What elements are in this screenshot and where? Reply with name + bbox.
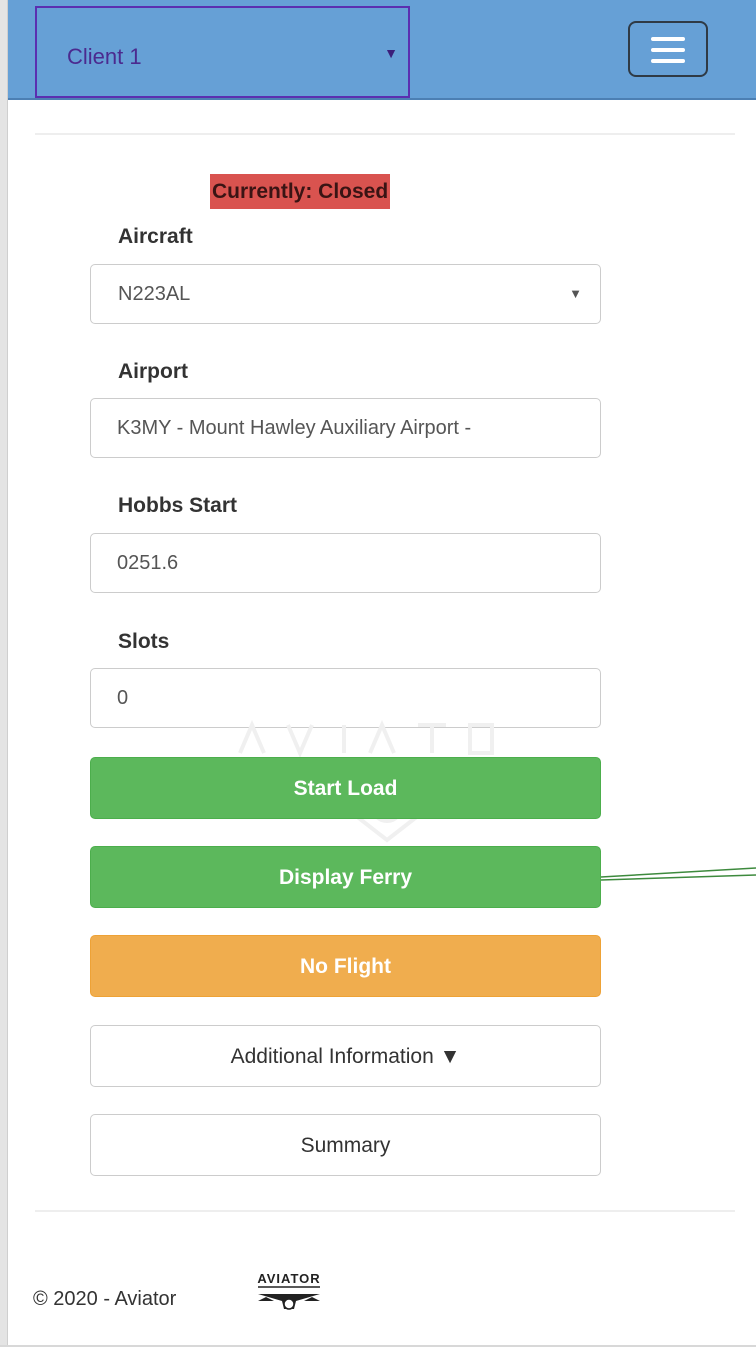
svg-text:AVIATOR: AVIATOR	[257, 1271, 320, 1286]
hamburger-icon	[651, 37, 685, 41]
client-select-value: Client 1	[67, 44, 142, 69]
footer-copyright: © 2020 - Aviator	[33, 1288, 177, 1310]
start-load-button[interactable]: Start Load	[90, 757, 601, 819]
hamburger-icon	[651, 48, 685, 52]
caret-down-icon: ▼	[569, 286, 582, 301]
aviator-logo: AVIATOR	[257, 1271, 320, 1310]
slots-label: Slots	[118, 630, 170, 653]
airport-label: Airport	[118, 360, 188, 383]
airport-field-value: K3MY - Mount Hawley Auxiliary Airport -	[117, 417, 472, 439]
footer-divider	[35, 1210, 735, 1212]
hamburger-icon	[651, 59, 685, 63]
hobbs-start-value: 0251.6	[117, 552, 179, 574]
additional-information-button[interactable]: Additional Information ▼	[90, 1025, 601, 1087]
client-select[interactable]: Client 1 ▼	[35, 6, 410, 98]
top-navbar: Client 1 ▼	[8, 0, 756, 100]
no-flight-button[interactable]: No Flight	[90, 935, 601, 997]
status-badge: Currently: Closed	[210, 174, 391, 209]
window-left-edge	[0, 0, 8, 1347]
display-ferry-button[interactable]: Display Ferry	[90, 846, 601, 908]
menu-toggle-button[interactable]	[628, 21, 708, 77]
hobbs-start-field[interactable]: 0251.6	[90, 533, 601, 593]
aircraft-select-value: N223AL	[118, 283, 191, 305]
caret-down-icon: ▼	[384, 45, 398, 61]
aircraft-label: Aircraft	[118, 225, 193, 248]
hobbs-start-label: Hobbs Start	[118, 494, 238, 517]
airport-field[interactable]: K3MY - Mount Hawley Auxiliary Airport -	[90, 398, 601, 458]
summary-button[interactable]: Summary	[90, 1114, 601, 1176]
top-divider	[35, 133, 735, 135]
aircraft-select[interactable]: N223AL ▼	[90, 264, 601, 324]
slots-value: 0	[117, 687, 129, 709]
